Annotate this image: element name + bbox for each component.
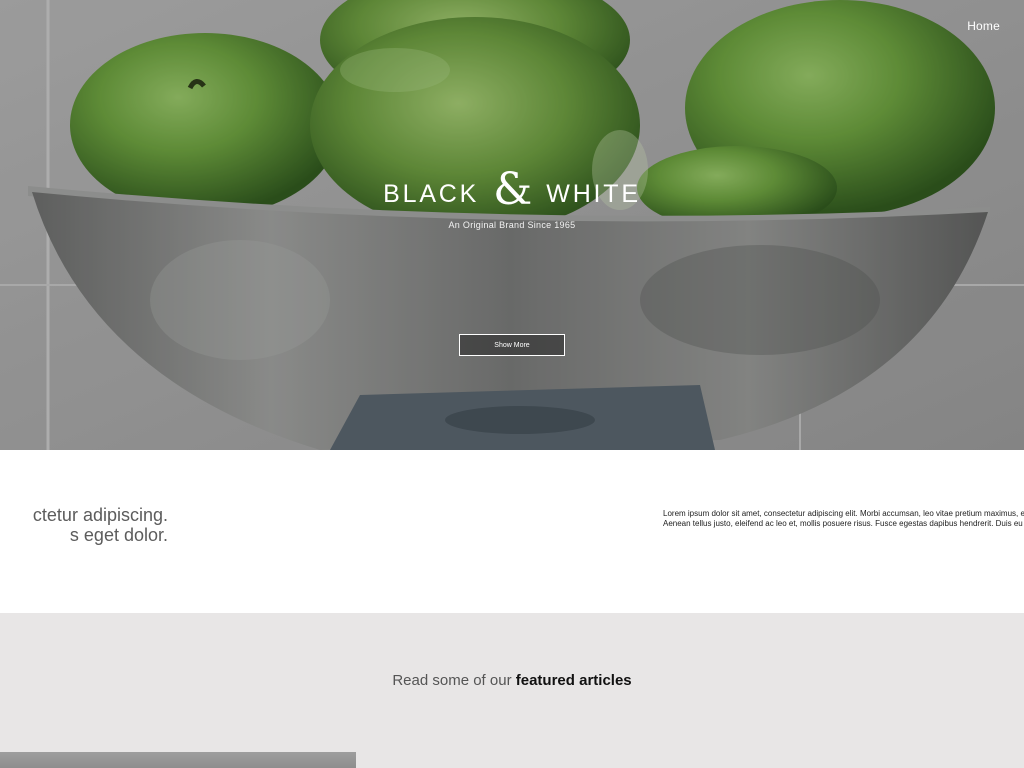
intro-headline: ctetur adipiscing. s eget dolor. bbox=[0, 505, 168, 545]
featured-heading-prefix: Read some of our bbox=[392, 672, 512, 689]
featured-heading: Read some of our featured articles bbox=[0, 672, 1024, 689]
intro-paragraph-line-2: Aenean tellus justo, eleifend ac leo et,… bbox=[663, 519, 1024, 528]
page: Home BLACK & WHITE An Original Brand Sin… bbox=[0, 0, 1024, 768]
hero-banner: Home BLACK & WHITE An Original Brand Sin… bbox=[0, 0, 1024, 450]
featured-heading-strong: featured articles bbox=[515, 672, 632, 689]
intro-paragraph-line-1: Lorem ipsum dolor sit amet, consectetur … bbox=[663, 509, 1024, 518]
brand-ampersand: & bbox=[493, 164, 533, 215]
featured-articles-section: Read some of our featured articles bbox=[0, 613, 1024, 768]
brand-logo: BLACK & WHITE An Original Brand Since 19… bbox=[0, 166, 1024, 231]
intro-paragraph: Lorem ipsum dolor sit amet, consectetur … bbox=[663, 509, 1024, 529]
show-more-button[interactable]: Show More bbox=[459, 334, 565, 356]
brand-word-black: BLACK bbox=[383, 180, 480, 208]
intro-section: ctetur adipiscing. s eget dolor. Lorem i… bbox=[0, 450, 1024, 613]
article-card-image[interactable] bbox=[0, 752, 356, 768]
brand-tagline: An Original Brand Since 1965 bbox=[448, 220, 576, 230]
nav-home-link[interactable]: Home bbox=[967, 19, 1000, 33]
brand-word-white: WHITE bbox=[546, 180, 641, 208]
intro-headline-line-2: s eget dolor. bbox=[69, 525, 168, 545]
intro-headline-line-1: ctetur adipiscing. bbox=[32, 505, 168, 525]
brand-title: BLACK & WHITE bbox=[0, 166, 1024, 218]
